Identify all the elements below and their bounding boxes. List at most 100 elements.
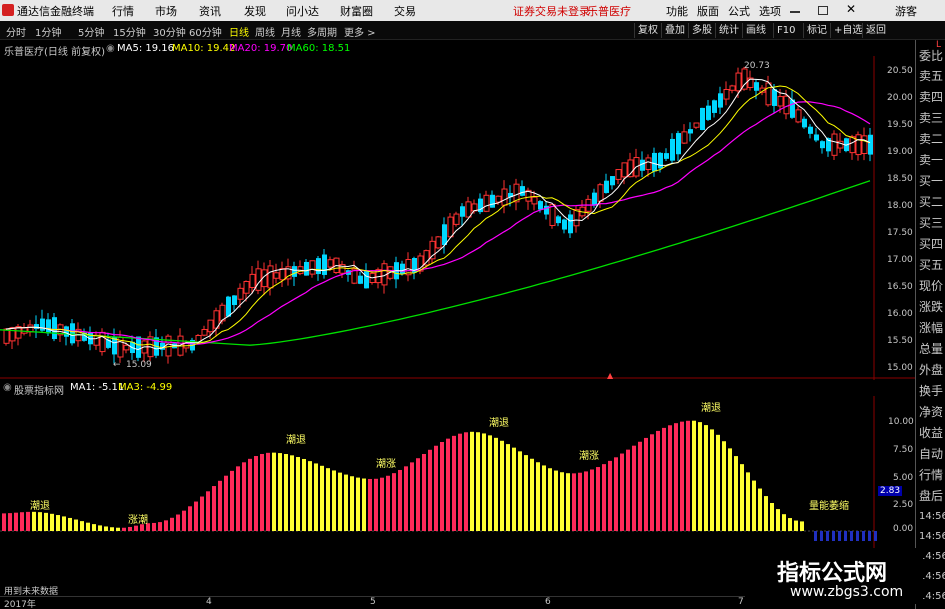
candle-body bbox=[765, 82, 772, 106]
btn-tongji[interactable]: 统计 bbox=[715, 23, 742, 38]
indicator-bar bbox=[662, 427, 666, 531]
indicator-bar bbox=[452, 435, 456, 531]
indicator-bar bbox=[20, 512, 24, 531]
low-price-label: 15.09 bbox=[126, 360, 152, 370]
price-tick: 16.50 bbox=[887, 282, 913, 292]
side-panel-item: 净资 bbox=[919, 405, 944, 419]
candle-body bbox=[358, 275, 363, 284]
quote-side-panel: L 委比 卖五 卖四 卖三 卖二 卖一 买一 买二 买三 买四 买五 现价 涨跌 涨幅 总量 外盘 换手 净资 收益自… bbox=[915, 40, 945, 609]
candle-body bbox=[136, 336, 141, 358]
indicator-bar bbox=[116, 527, 120, 531]
indicator-bar bbox=[26, 511, 30, 531]
annotation-label: 涨潮 bbox=[128, 513, 148, 526]
indicator-bar bbox=[362, 478, 366, 531]
volume-bar bbox=[814, 531, 817, 541]
indicator-bar bbox=[176, 514, 180, 531]
future-data-note: 用到未来数据 bbox=[4, 587, 59, 597]
indicator-bar bbox=[488, 435, 492, 531]
menu-faxian[interactable]: 发现 bbox=[244, 3, 266, 19]
period-30min[interactable]: 30分钟 bbox=[153, 24, 186, 39]
btn-biaoji[interactable]: 标记 bbox=[803, 23, 830, 38]
indicator-bar bbox=[464, 432, 468, 531]
period-1min[interactable]: 1分钟 bbox=[35, 24, 61, 39]
indicator-settings-icon[interactable]: ◉ bbox=[3, 382, 12, 393]
candle-body bbox=[573, 209, 580, 227]
btn-fuquan[interactable]: 复权 bbox=[634, 23, 661, 38]
indicator-title: 股票指标网 bbox=[14, 386, 64, 397]
candle-body bbox=[777, 96, 784, 107]
user-guest[interactable]: 游客 bbox=[895, 3, 917, 19]
btn-f10[interactable]: F10 bbox=[773, 23, 798, 38]
menu-shichang[interactable]: 市场 bbox=[155, 3, 177, 19]
menu-banmian[interactable]: 版面 bbox=[697, 3, 719, 19]
login-notice[interactable]: 证券交易未登录 bbox=[513, 3, 590, 19]
period-monthly[interactable]: 月线 bbox=[281, 24, 301, 39]
indicator-bar bbox=[308, 461, 312, 531]
side-panel-item: 涨幅 bbox=[919, 321, 944, 335]
candle-body bbox=[304, 261, 309, 276]
indicator-bar bbox=[392, 473, 396, 531]
candle-body bbox=[64, 326, 69, 337]
minimize-icon[interactable] bbox=[790, 11, 800, 13]
indicator-bar bbox=[410, 462, 414, 531]
maximize-icon[interactable] bbox=[818, 6, 828, 15]
indicator-bar bbox=[686, 420, 690, 531]
indicator-bar bbox=[284, 454, 288, 531]
candle-body bbox=[460, 206, 465, 217]
candle-body bbox=[772, 89, 777, 106]
candle-body bbox=[693, 122, 700, 128]
btn-diejia[interactable]: 叠加 bbox=[661, 23, 688, 38]
candle-body bbox=[729, 85, 736, 91]
indicator-bar bbox=[44, 512, 48, 531]
indicator-bar bbox=[266, 452, 270, 531]
settings-icon[interactable]: ◉ bbox=[106, 43, 115, 54]
indicator-bar bbox=[746, 472, 750, 531]
indicator-bar bbox=[572, 473, 576, 531]
indicator-bar bbox=[332, 470, 336, 531]
candle-body bbox=[21, 327, 28, 334]
side-panel-item: 14:56 bbox=[919, 511, 945, 522]
menu-gongneng[interactable]: 功能 bbox=[666, 3, 688, 19]
side-panel-item: 委比 bbox=[919, 49, 944, 63]
btn-duogu[interactable]: 多股 bbox=[688, 23, 715, 38]
period-60min[interactable]: 60分钟 bbox=[189, 24, 222, 39]
period-weekly[interactable]: 周线 bbox=[255, 24, 275, 39]
close-icon[interactable]: ✕ bbox=[846, 2, 856, 16]
month-label: 6 bbox=[545, 597, 551, 607]
candlestick-chart[interactable]: 20.73 15.09 ← ▲ bbox=[0, 56, 915, 380]
menu-gongshi[interactable]: 公式 bbox=[728, 3, 750, 19]
period-daily[interactable]: 日线 bbox=[229, 24, 249, 39]
btn-zixuan[interactable]: +自选 bbox=[830, 23, 865, 38]
menu-caifuquan[interactable]: 财富圈 bbox=[340, 3, 373, 19]
candle-body bbox=[249, 273, 256, 288]
menu-jiaoyi[interactable]: 交易 bbox=[394, 3, 416, 19]
menu-zixun[interactable]: 资讯 bbox=[199, 3, 221, 19]
price-tick: 19.00 bbox=[887, 147, 913, 157]
candle-body bbox=[207, 319, 214, 333]
indicator-bar bbox=[626, 449, 630, 531]
menu-wenxiaoda[interactable]: 问小达 bbox=[286, 3, 319, 19]
indicator-bar bbox=[62, 516, 66, 531]
period-multi[interactable]: 多周期 bbox=[307, 24, 337, 39]
candle-body bbox=[232, 295, 237, 306]
indicator-bar bbox=[800, 521, 804, 531]
btn-fanhui[interactable]: 返回 bbox=[862, 23, 889, 38]
btn-huaxian[interactable]: 画线 bbox=[742, 23, 769, 38]
period-more[interactable]: 更多 > bbox=[344, 24, 376, 39]
candle-body bbox=[820, 141, 825, 149]
ma10-line bbox=[5, 85, 871, 349]
indicator-bar bbox=[98, 525, 102, 531]
indicator-bar bbox=[92, 524, 96, 531]
period-15min[interactable]: 15分钟 bbox=[113, 24, 146, 39]
indicator-bar bbox=[194, 501, 198, 531]
indicator-bar bbox=[458, 433, 462, 531]
period-5min[interactable]: 5分钟 bbox=[78, 24, 104, 39]
candle-body bbox=[568, 214, 573, 234]
candle-body bbox=[93, 334, 100, 346]
candle-body bbox=[322, 254, 327, 275]
menu-hangqing[interactable]: 行情 bbox=[112, 3, 134, 19]
menu-xuanxiang[interactable]: 选项 bbox=[759, 3, 781, 19]
price-tick: 20.00 bbox=[887, 93, 913, 103]
price-tick: 18.50 bbox=[887, 174, 913, 184]
period-fenshi[interactable]: 分时 bbox=[6, 24, 26, 39]
